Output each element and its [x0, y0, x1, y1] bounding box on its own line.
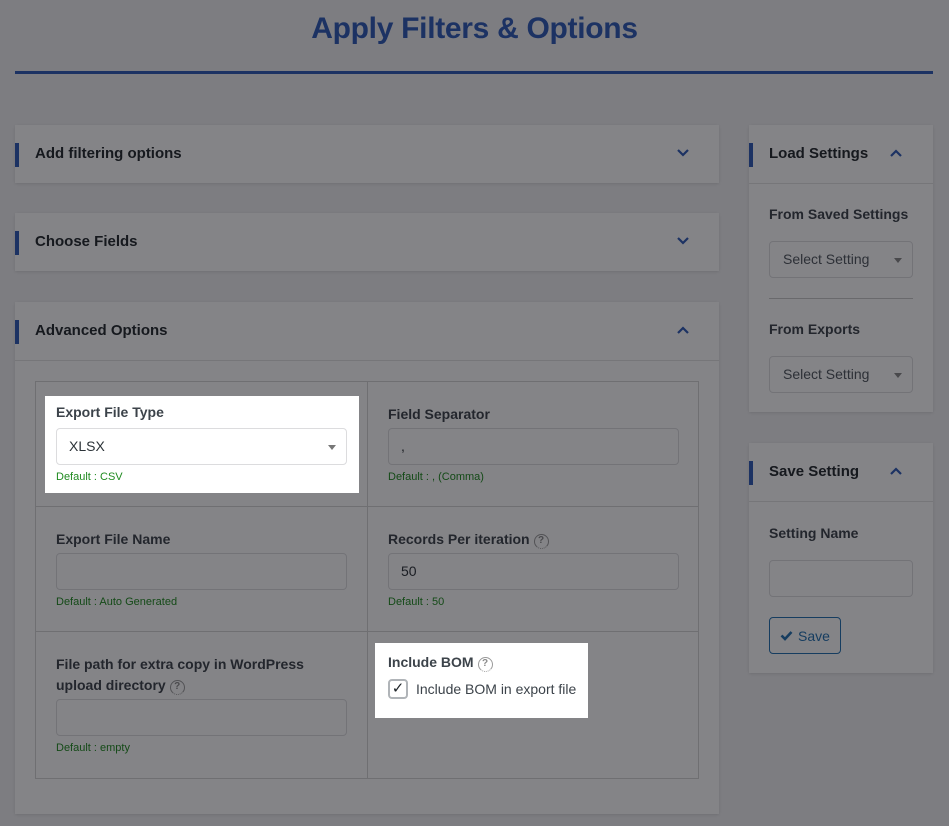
- accent-bar: [749, 461, 753, 485]
- panel-title: Save Setting: [769, 463, 860, 480]
- include-bom-option[interactable]: ✓ Include BOM in export file: [388, 679, 576, 699]
- panel-title: Advanced Options: [35, 322, 168, 339]
- export-file-type-label: Export File Type: [56, 404, 164, 420]
- records-per-iteration-hint: Default : 50: [388, 596, 445, 608]
- export-file-name-hint: Default : Auto Generated: [56, 596, 178, 608]
- records-per-iteration-label: Records Per iteration?: [388, 529, 549, 550]
- include-bom-label: Include BOM?: [388, 654, 493, 672]
- file-path-hint: Default : empty: [56, 742, 130, 754]
- panel-title: Choose Fields: [35, 233, 138, 250]
- panel-advanced-options: Advanced Options Field Separator , Defau…: [15, 302, 719, 814]
- panel-title: Add filtering options: [35, 145, 182, 162]
- save-button-label: Save: [798, 627, 830, 644]
- checkmark-icon: [780, 628, 793, 644]
- panel-header[interactable]: Choose Fields: [15, 213, 719, 271]
- field-separator-input[interactable]: ,: [388, 428, 679, 465]
- divider: [769, 298, 913, 299]
- panel-add-filtering-options: Add filtering options: [15, 125, 719, 183]
- save-button[interactable]: Save: [769, 617, 841, 654]
- include-bom-checkbox[interactable]: ✓: [388, 679, 408, 699]
- panel-body: From Saved Settings Select Setting From …: [749, 183, 933, 412]
- accent-bar: [749, 143, 753, 167]
- title-divider: [15, 71, 933, 74]
- chevron-up-icon[interactable]: [675, 324, 691, 336]
- chevron-up-icon[interactable]: [888, 147, 904, 159]
- cell-field-separator: Field Separator , Default : , (Comma): [368, 382, 699, 507]
- panel-choose-fields: Choose Fields: [15, 213, 719, 271]
- exports-select[interactable]: Select Setting: [769, 356, 913, 393]
- highlight-include-bom: Include BOM? ✓ Include BOM in export fil…: [375, 643, 588, 718]
- cell-file-path: File path for extra copy in WordPress up…: [36, 632, 368, 778]
- from-exports-label: From Exports: [769, 321, 861, 337]
- chevron-down-icon[interactable]: [675, 235, 691, 247]
- file-path-input[interactable]: [56, 699, 347, 736]
- panel-header[interactable]: Advanced Options: [15, 302, 719, 360]
- field-separator-label: Field Separator: [388, 406, 490, 422]
- help-icon[interactable]: ?: [169, 680, 185, 695]
- page-title: Apply Filters & Options: [311, 12, 638, 45]
- help-icon[interactable]: ?: [477, 657, 493, 672]
- chevron-up-icon[interactable]: [888, 465, 904, 477]
- accent-bar: [15, 320, 19, 344]
- panel-header[interactable]: Save Setting: [749, 443, 933, 501]
- panel-title: Load Settings: [769, 145, 869, 162]
- panel-load-settings: Load Settings From Saved Settings Select…: [749, 125, 933, 412]
- chevron-down-icon[interactable]: [675, 147, 691, 159]
- records-per-iteration-input[interactable]: 50: [388, 553, 679, 590]
- export-file-name-label: Export File Name: [56, 531, 171, 547]
- panel-body: Setting Name Save: [749, 501, 933, 673]
- setting-name-label: Setting Name: [769, 525, 859, 541]
- from-saved-settings-label: From Saved Settings: [769, 206, 909, 222]
- field-separator-hint: Default : , (Comma): [388, 471, 484, 483]
- highlight-export-file-type: Export File Type XLSX Default : CSV: [45, 396, 359, 493]
- panel-save-setting: Save Setting Setting Name Save: [749, 443, 933, 673]
- include-bom-checkbox-label[interactable]: Include BOM in export file: [416, 681, 576, 697]
- panel-header[interactable]: Load Settings: [749, 125, 933, 183]
- help-icon[interactable]: ?: [533, 534, 549, 549]
- cell-records-per-iteration: Records Per iteration? 50 Default : 50: [368, 507, 699, 632]
- setting-name-input[interactable]: [769, 560, 913, 597]
- records-label-text: Records Per iteration: [388, 531, 530, 547]
- panel-header[interactable]: Add filtering options: [15, 125, 719, 183]
- cell-export-file-name: Export File Name Default : Auto Generate…: [36, 507, 368, 632]
- export-file-name-input[interactable]: [56, 553, 347, 590]
- export-file-type-select[interactable]: XLSX: [56, 428, 347, 465]
- include-bom-label-text: Include BOM: [388, 654, 474, 670]
- export-file-type-hint: Default : CSV: [56, 471, 123, 483]
- accent-bar: [15, 143, 19, 167]
- saved-settings-select[interactable]: Select Setting: [769, 241, 913, 278]
- file-path-label: File path for extra copy in WordPress up…: [56, 654, 346, 696]
- accent-bar: [15, 231, 19, 255]
